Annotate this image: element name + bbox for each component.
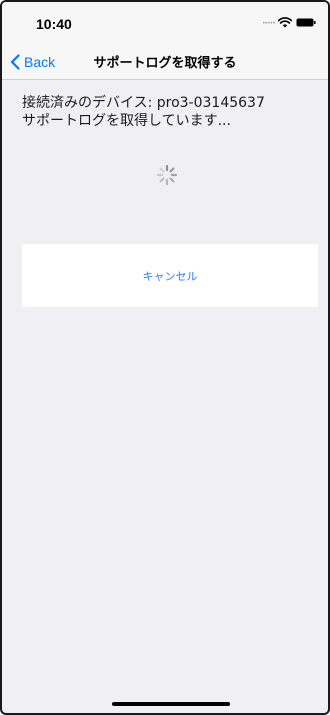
page-title: サポートログを取得する [93,56,237,71]
progress-message: サポートログを取得しています... [22,113,231,129]
signal-dots-icon: ••••• [262,20,276,27]
status-bar: 10:40 ••••• [2,2,328,42]
connected-device-text: 接続済みのデバイス: pro3-03145637 [22,95,265,111]
device-frame: 10:40 ••••• Back サポートログを取得する 接続済みのデバイス: … [0,0,330,715]
status-time: 10:40 [36,16,72,32]
home-indicator [112,702,230,706]
wifi-icon [278,17,292,28]
loading-spinner-icon [156,164,178,186]
cancel-panel: キャンセル [22,244,318,307]
cancel-button[interactable]: キャンセル [22,244,318,307]
navigation-bar: Back サポートログを取得する [2,42,328,80]
battery-icon [296,18,316,27]
